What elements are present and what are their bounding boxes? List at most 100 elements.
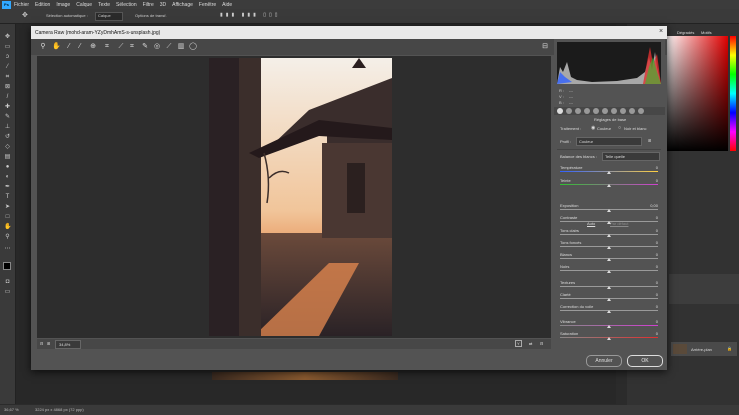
eraser-icon[interactable]: ◇ — [4, 144, 11, 151]
ok-button[interactable]: OK — [627, 355, 663, 367]
target-adjust-icon[interactable]: ⊕ — [89, 43, 97, 51]
gradient-tool-icon[interactable]: ▤ — [4, 154, 11, 161]
snapshots-tab-icon[interactable] — [638, 108, 644, 114]
slider-knob-9[interactable] — [607, 298, 611, 301]
menu-item-calque[interactable]: Calque — [76, 2, 92, 8]
slider-value-8[interactable]: 0 — [646, 280, 658, 285]
open-preferences-icon[interactable]: ⊟ — [541, 43, 549, 51]
menu-item-3d[interactable]: 3D — [160, 2, 166, 8]
auto-select-label[interactable]: Sélection automatique : — [46, 13, 88, 18]
menu-item-aide[interactable]: Aide — [222, 2, 232, 8]
menu-item-image[interactable]: Image — [56, 2, 70, 8]
graduated-filter-icon[interactable]: ▥ — [177, 43, 185, 51]
close-icon[interactable]: × — [659, 28, 663, 35]
effects-tab-icon[interactable] — [611, 108, 617, 114]
lasso-tool-icon[interactable]: ↄ — [4, 54, 11, 61]
profile-browser-icon[interactable]: ⊞ — [648, 138, 651, 143]
slider-knob-0[interactable] — [607, 171, 611, 174]
color-radio[interactable]: ◉ — [591, 125, 595, 131]
slider-knob-10[interactable] — [607, 310, 611, 313]
radial-filter-icon[interactable]: ◯ — [189, 43, 197, 51]
slider-value-4[interactable]: 0 — [646, 228, 658, 233]
menu-item-affichage[interactable]: Affichage — [172, 2, 193, 8]
slider-value-1[interactable]: 0 — [646, 178, 658, 183]
detail-tab-icon[interactable] — [575, 108, 581, 114]
panel-tab-patterns[interactable]: Motifs — [701, 30, 712, 35]
split-toning-tab-icon[interactable] — [593, 108, 599, 114]
menu-item-fenetre[interactable]: Fenêtre — [199, 2, 216, 8]
layer-row[interactable]: Arrière-plan 🔒 — [671, 342, 737, 356]
red-eye-icon[interactable]: ◎ — [153, 43, 161, 51]
menu-item-selection[interactable]: Sélection — [116, 2, 137, 8]
bw-radio[interactable]: ○ — [618, 125, 621, 131]
blur-tool-icon[interactable]: ● — [4, 164, 11, 171]
move-icon[interactable]: ✥ — [22, 11, 28, 19]
auto-select-dropdown[interactable]: Calque — [95, 12, 123, 21]
image-preview[interactable] — [37, 56, 551, 338]
type-tool-icon[interactable]: T — [4, 194, 11, 201]
hand-icon[interactable]: ✋ — [52, 43, 61, 51]
slider-knob-2[interactable] — [607, 209, 611, 212]
eyedropper-icon[interactable]: / — [4, 94, 11, 101]
before-after-toggle[interactable]: Y — [515, 340, 522, 347]
slider-knob-8[interactable] — [607, 286, 611, 289]
zoom-tool-icon[interactable]: ⚲ — [4, 234, 11, 241]
zoom-dropdown[interactable]: 34,8% — [55, 340, 81, 349]
spot-removal-icon[interactable]: ✎ — [141, 43, 149, 51]
foreground-color-swatch[interactable] — [3, 262, 11, 270]
move-tool-icon[interactable]: ✥ — [4, 34, 11, 41]
basic-tab-icon[interactable] — [557, 108, 563, 114]
magic-wand-icon[interactable]: ⁄ — [4, 64, 11, 71]
slider-knob-12[interactable] — [607, 337, 611, 340]
path-selection-icon[interactable]: ➤ — [4, 204, 11, 211]
frame-tool-icon[interactable]: ⊠ — [4, 84, 11, 91]
screen-mode-icon[interactable]: ▭ — [4, 289, 11, 296]
white-balance-icon[interactable]: ⁄ — [65, 43, 73, 51]
presets-tab-icon[interactable] — [629, 108, 635, 114]
slider-value-0[interactable]: 0 — [646, 165, 658, 170]
hue-slider[interactable] — [730, 36, 736, 151]
history-brush-icon[interactable]: ↺ — [4, 134, 11, 141]
zoom-level[interactable]: 36,67 % — [4, 407, 19, 412]
settings-icon[interactable]: ⊟ — [540, 341, 543, 346]
tone-curve-tab-icon[interactable] — [566, 108, 572, 114]
slider-knob-7[interactable] — [607, 270, 611, 273]
menu-item-texte[interactable]: Texte — [98, 2, 110, 8]
menu-item-filtre[interactable]: Filtre — [143, 2, 154, 8]
menu-item-edition[interactable]: Edition — [35, 2, 50, 8]
slider-knob-3[interactable] — [607, 221, 611, 224]
slider-knob-11[interactable] — [607, 325, 611, 328]
slider-value-11[interactable]: 0 — [646, 319, 658, 324]
slider-knob-4[interactable] — [607, 234, 611, 237]
straighten-icon[interactable]: ⟋ — [117, 43, 125, 51]
healing-brush-icon[interactable]: ✚ — [4, 104, 11, 111]
swap-icon[interactable]: ⇄ — [529, 341, 532, 346]
marquee-tool-icon[interactable]: ▭ — [4, 44, 11, 51]
slider-value-3[interactable]: 0 — [646, 215, 658, 220]
slider-value-2[interactable]: 0,00 — [646, 203, 658, 208]
brush-tool-icon[interactable]: ✎ — [4, 114, 11, 121]
calibration-tab-icon[interactable] — [620, 108, 626, 114]
cancel-button[interactable]: Annuler — [586, 355, 622, 367]
slider-value-10[interactable]: 0 — [646, 304, 658, 309]
slider-value-7[interactable]: 0 — [646, 264, 658, 269]
slider-value-12[interactable]: 0 — [646, 331, 658, 336]
clone-stamp-icon[interactable]: ⊥ — [4, 124, 11, 131]
slider-value-9[interactable]: 0 — [646, 292, 658, 297]
quick-mask-icon[interactable]: ◘ — [4, 279, 11, 286]
more-tools-icon[interactable]: ⋯ — [4, 246, 11, 253]
align-icons[interactable]: ▮▮▮ ▮▮▮ ▯▯▯ — [220, 12, 281, 18]
slider-knob-5[interactable] — [607, 246, 611, 249]
slider-knob-1[interactable] — [607, 184, 611, 187]
menu-item-fichier[interactable]: Fichier — [14, 2, 29, 8]
adjustment-brush-icon[interactable]: ⟋ — [165, 43, 173, 51]
panel-tab-gradients[interactable]: Dégradés — [677, 30, 694, 35]
slider-knob-6[interactable] — [607, 258, 611, 261]
white-balance-dropdown[interactable]: Telle quelle — [602, 152, 660, 161]
lens-tab-icon[interactable] — [602, 108, 608, 114]
transform-icon[interactable]: ⌗ — [128, 43, 136, 51]
slider-value-5[interactable]: 0 — [646, 240, 658, 245]
color-picker-field[interactable] — [666, 36, 728, 151]
profile-dropdown[interactable]: Couleur — [576, 137, 642, 146]
pen-tool-icon[interactable]: ✒ — [4, 184, 11, 191]
